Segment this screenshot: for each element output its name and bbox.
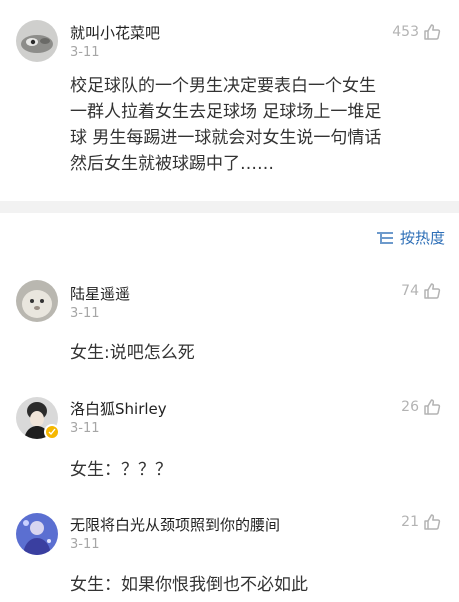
- post-date: 3-11: [70, 45, 100, 60]
- sort-lines-icon: [376, 231, 393, 244]
- post-body-line: 球 男生每踢进一球就会对女生说一句情话: [70, 128, 382, 148]
- thumbs-up-icon: [424, 283, 441, 299]
- comment-username[interactable]: 洛白狐Shirley: [70, 398, 167, 419]
- comment-date: 3-11: [70, 421, 100, 436]
- comment-item: 无限将白光从颈项照到你的腰间 3-11 21 女生：如果你恨我倒也不必如此: [0, 500, 459, 602]
- like-button[interactable]: 74: [401, 282, 441, 300]
- avatar[interactable]: [16, 280, 58, 322]
- like-button[interactable]: 26: [401, 398, 441, 416]
- like-count: 26: [401, 399, 419, 415]
- post-body-line: 一群人拉着女生去足球场 足球场上一堆足: [70, 102, 382, 122]
- post-body-line: 校足球队的一个男生决定要表白一个女生: [70, 76, 376, 96]
- original-post: 就叫小花菜吧 3-11 453 校足球队的一个男生决定要表白一个女生 一群人拉着…: [0, 0, 459, 201]
- post-username[interactable]: 就叫小花菜吧: [70, 22, 160, 43]
- comment-item: 洛白狐Shirley 3-11 26 女生：？？？: [0, 385, 459, 500]
- post-body: 校足球队的一个男生决定要表白一个女生 一群人拉着女生去足球场 足球场上一堆足 球…: [70, 73, 450, 177]
- comment-text: 女生：如果你恨我倒也不必如此: [70, 575, 308, 595]
- like-button[interactable]: 453: [392, 23, 441, 41]
- sort-by-hot-button[interactable]: 按热度: [376, 227, 445, 248]
- like-button[interactable]: 21: [401, 513, 441, 531]
- thumbs-up-icon: [424, 24, 441, 40]
- like-count: 21: [401, 514, 419, 530]
- comment-item: 陆星遥遥 3-11 74 女生:说吧怎么死: [0, 270, 459, 385]
- comment-text: 女生：？？？: [70, 460, 172, 480]
- comment-text: 女生:说吧怎么死: [70, 343, 195, 363]
- comment-date: 3-11: [70, 306, 100, 321]
- section-divider: [0, 201, 459, 213]
- thumbs-up-icon: [424, 399, 441, 415]
- avatar[interactable]: [16, 20, 58, 62]
- comment-username[interactable]: 陆星遥遥: [70, 283, 130, 304]
- thumbs-up-icon: [424, 514, 441, 530]
- comment-date: 3-11: [70, 537, 100, 552]
- comment-username[interactable]: 无限将白光从颈项照到你的腰间: [70, 514, 280, 535]
- like-count: 453: [392, 24, 419, 40]
- sort-label: 按热度: [399, 229, 445, 247]
- verified-badge-icon: [44, 424, 60, 440]
- post-body-line: 然后女生就被球踢中了……: [70, 154, 274, 174]
- like-count: 74: [401, 283, 419, 299]
- avatar[interactable]: [16, 513, 58, 555]
